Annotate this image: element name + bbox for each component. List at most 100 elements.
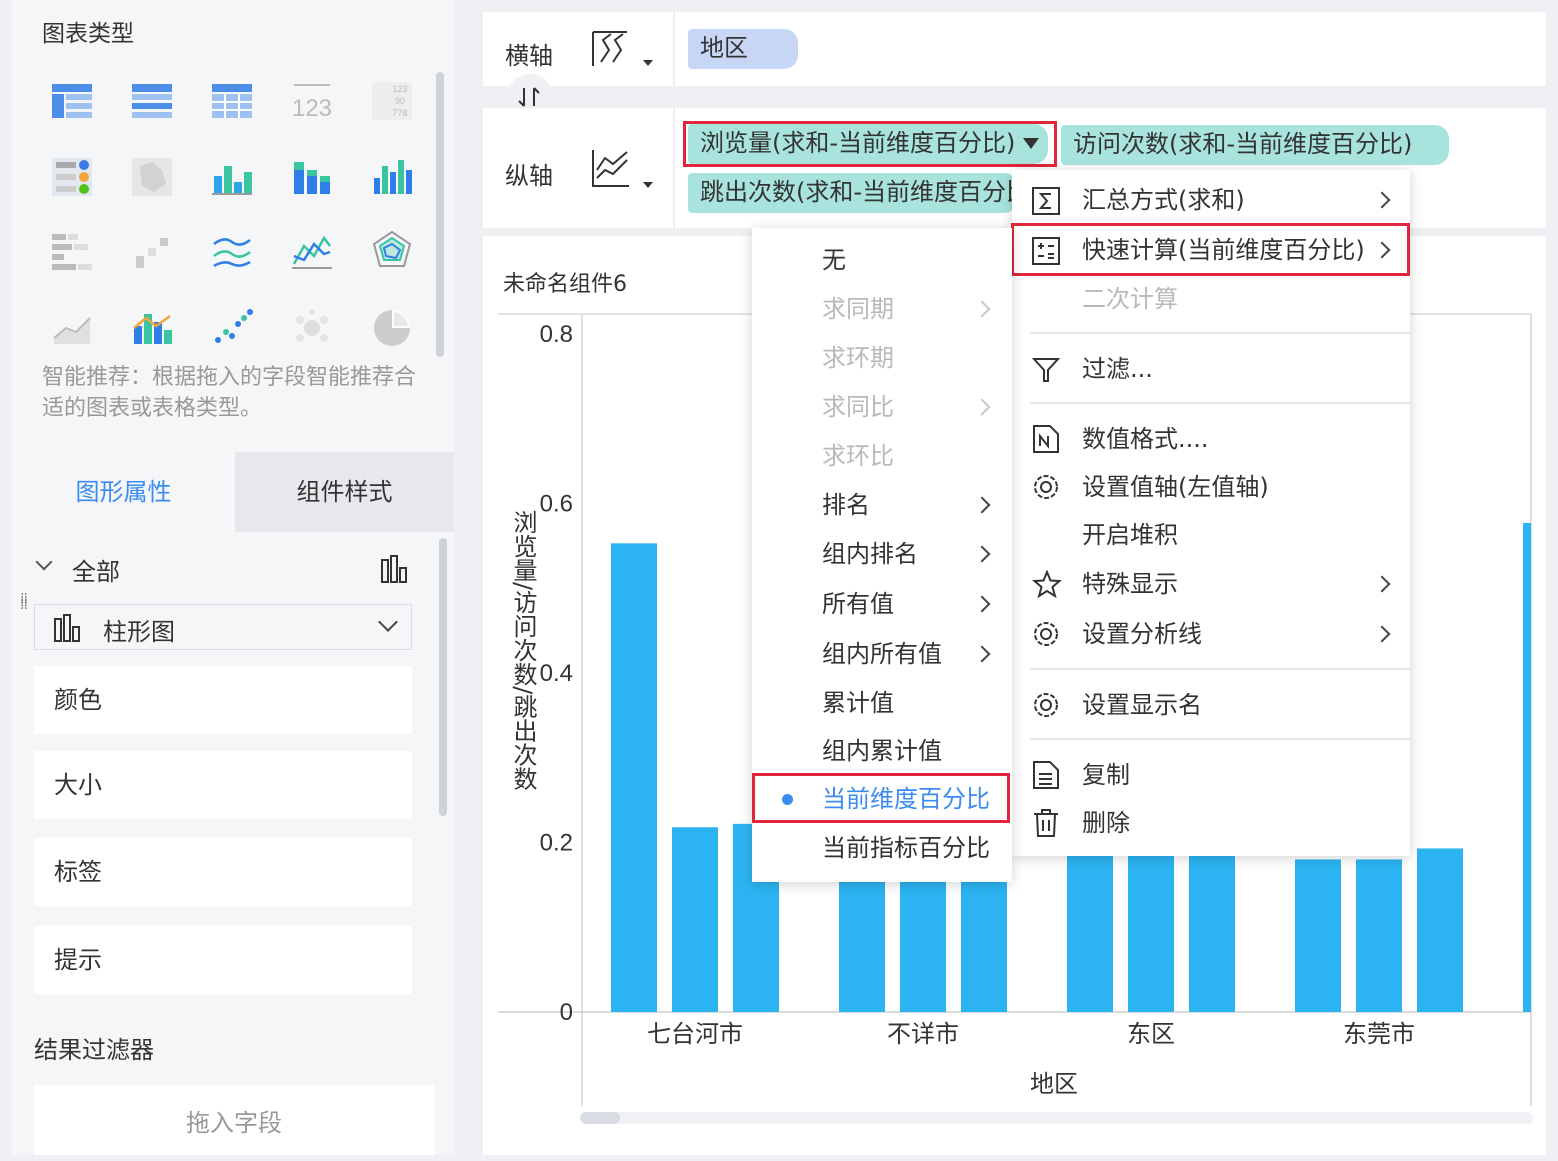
axis-type-icon[interactable] xyxy=(591,30,655,72)
y-field-pill-visits[interactable]: 访问次数(求和-当前维度百分比) xyxy=(1061,125,1449,165)
chevron-right-icon xyxy=(973,300,991,318)
axis-type-icon[interactable] xyxy=(591,148,655,192)
polyline-chart-icon[interactable] xyxy=(292,235,332,269)
menu-item-filter[interactable]: 过滤... xyxy=(1012,345,1410,393)
status-table-icon[interactable] xyxy=(52,158,92,196)
bubble-chart-icon[interactable] xyxy=(296,309,328,342)
result-filter-title: 结果过滤器 xyxy=(34,1036,154,1064)
tab-component-style[interactable]: 组件样式 xyxy=(235,452,454,532)
bar-chart-icon[interactable] xyxy=(374,160,412,194)
property-tabs: 图形属性 组件样式 xyxy=(12,452,454,532)
radar-chart-icon[interactable] xyxy=(372,230,412,267)
menu-item-stack[interactable]: 开启堆积 xyxy=(1012,511,1410,559)
bar[interactable] xyxy=(1356,859,1402,1012)
property-color[interactable]: 颜色 xyxy=(34,666,412,734)
horizontal-scrollbar-thumb[interactable] xyxy=(580,1112,620,1124)
submenu-item-group-rank[interactable]: 组内排名 xyxy=(752,530,1012,578)
area-chart-icon[interactable] xyxy=(53,317,91,344)
svg-text:123: 123 xyxy=(392,84,407,94)
bar-chart-outline-icon xyxy=(381,555,407,583)
menu-item-aggregation[interactable]: 汇总方式(求和) xyxy=(1012,176,1410,224)
submenu-item-yoy-period[interactable]: 求同期 xyxy=(752,285,1012,333)
submenu-item-dimension-percent[interactable]: 当前维度百分比 xyxy=(752,775,1012,823)
bar[interactable] xyxy=(1523,522,1531,1012)
chart-type-select[interactable]: 柱形图 xyxy=(34,604,412,650)
menu-item-display-name[interactable]: 设置显示名 xyxy=(1012,681,1410,729)
menu-item-analysis-line[interactable]: 设置分析线 xyxy=(1012,610,1410,658)
quick-calc-submenu: 无 求同期 求环期 求同比 求环比 排名 组内排名 所有值 组内所有值 累计值 … xyxy=(752,228,1012,882)
menu-separator xyxy=(1030,738,1410,740)
x-axis-title: 地区 xyxy=(1030,1070,1078,1098)
bar[interactable] xyxy=(1067,842,1113,1013)
y-field-pill-pageviews[interactable]: 浏览量(求和-当前维度百分比) xyxy=(688,124,1048,164)
map-icon[interactable] xyxy=(132,158,172,196)
drop-field-area[interactable]: 拖入字段 xyxy=(34,1085,434,1155)
svg-text:90: 90 xyxy=(395,96,405,106)
chevron-right-icon xyxy=(973,595,991,613)
bar[interactable] xyxy=(1295,859,1341,1012)
menu-item-label: 特殊显示 xyxy=(1082,570,1178,598)
menu-item-value-axis[interactable]: 设置值轴(左值轴) xyxy=(1012,463,1410,511)
grouped-bar-icon[interactable] xyxy=(212,166,252,195)
menu-item-delete[interactable]: 删除 xyxy=(1012,799,1410,847)
menu-item-number-format[interactable]: 数值格式.... xyxy=(1012,415,1410,463)
chevron-right-icon xyxy=(973,398,991,416)
submenu-item-mom-ratio[interactable]: 求环比 xyxy=(752,432,1012,480)
submenu-item-yoy-ratio[interactable]: 求同比 xyxy=(752,383,1012,431)
gear-icon xyxy=(1034,622,1058,646)
horizontal-scrollbar-track[interactable] xyxy=(580,1112,1533,1124)
chevron-right-icon xyxy=(1373,191,1391,209)
detail-table-icon[interactable] xyxy=(212,84,252,118)
submenu-item-measure-percent[interactable]: 当前指标百分比 xyxy=(752,824,1012,872)
submenu-item-all-values[interactable]: 所有值 xyxy=(752,580,1012,628)
stacked-bar-icon[interactable] xyxy=(294,162,330,194)
submenu-item-mom-period[interactable]: 求环期 xyxy=(752,334,1012,382)
y-axis-label: 纵轴 xyxy=(505,162,553,190)
bar[interactable] xyxy=(1417,848,1463,1012)
property-size[interactable]: 大小 xyxy=(34,751,412,819)
table-icon[interactable] xyxy=(52,84,92,118)
line-chart-icon[interactable] xyxy=(213,238,251,268)
pie-chart-icon[interactable] xyxy=(374,310,410,346)
crosstab-icon[interactable] xyxy=(132,84,172,118)
menu-item-copy[interactable]: 复制 xyxy=(1012,751,1410,799)
chevron-right-icon xyxy=(973,645,991,663)
waterfall-icon[interactable] xyxy=(136,238,168,268)
submenu-item-label: 组内排名 xyxy=(822,540,918,568)
bar[interactable] xyxy=(611,543,657,1012)
horizontal-bar-icon[interactable] xyxy=(52,234,92,270)
drag-handle-icon[interactable]: ⁞⁞ ⁞⁞ xyxy=(20,592,28,612)
menu-item-special-display[interactable]: 特殊显示 xyxy=(1012,560,1410,608)
property-label[interactable]: 标签 xyxy=(34,838,412,906)
kpi-card-icon[interactable]: 123 90 778 xyxy=(372,82,412,120)
menu-item-label: 快速计算(当前维度百分比) xyxy=(1082,236,1365,264)
bar[interactable] xyxy=(1128,842,1174,1013)
bar[interactable] xyxy=(1189,842,1235,1013)
menu-item-quick-calc[interactable]: 快速计算(当前维度百分比) xyxy=(1012,226,1410,274)
submenu-item-group-all-values[interactable]: 组内所有值 xyxy=(752,630,1012,678)
kpi-number-icon[interactable]: 123 xyxy=(292,84,332,122)
bar[interactable] xyxy=(900,859,946,1012)
bar[interactable] xyxy=(961,859,1007,1012)
combo-chart-icon[interactable] xyxy=(133,314,172,344)
menu-item-secondary-calc[interactable]: 二次计算 xyxy=(1012,275,1410,323)
menu-separator xyxy=(1030,332,1410,334)
trash-icon xyxy=(1034,809,1058,837)
tab-graph-properties[interactable]: 图形属性 xyxy=(12,452,235,532)
filter-icon xyxy=(1032,358,1060,382)
chart-types-grid[interactable]: 123 123 90 778 xyxy=(12,70,442,360)
y-tick-label: 0 xyxy=(560,999,573,1026)
chart-types-scrollbar[interactable] xyxy=(436,72,444,357)
property-tooltip[interactable]: 提示 xyxy=(34,926,412,994)
submenu-item-rank[interactable]: 排名 xyxy=(752,481,1012,529)
submenu-item-cumulative[interactable]: 累计值 xyxy=(752,679,1012,727)
scatter-chart-icon[interactable] xyxy=(215,309,253,343)
bar[interactable] xyxy=(672,827,718,1012)
x-axis-field-pill[interactable]: 地区 xyxy=(688,29,798,69)
property-scrollbar[interactable] xyxy=(439,538,447,816)
y-field-pill-bounces[interactable]: 跳出次数(求和-当前维度百分比) xyxy=(688,173,1018,213)
submenu-item-group-cumulative[interactable]: 组内累计值 xyxy=(752,727,1012,775)
bar[interactable] xyxy=(839,859,885,1012)
submenu-item-none[interactable]: 无 xyxy=(752,236,1012,284)
left-panel: 图表类型 123 123 90 778 智能推荐：根据拖入的字段智能推荐合适的图… xyxy=(12,0,454,1155)
